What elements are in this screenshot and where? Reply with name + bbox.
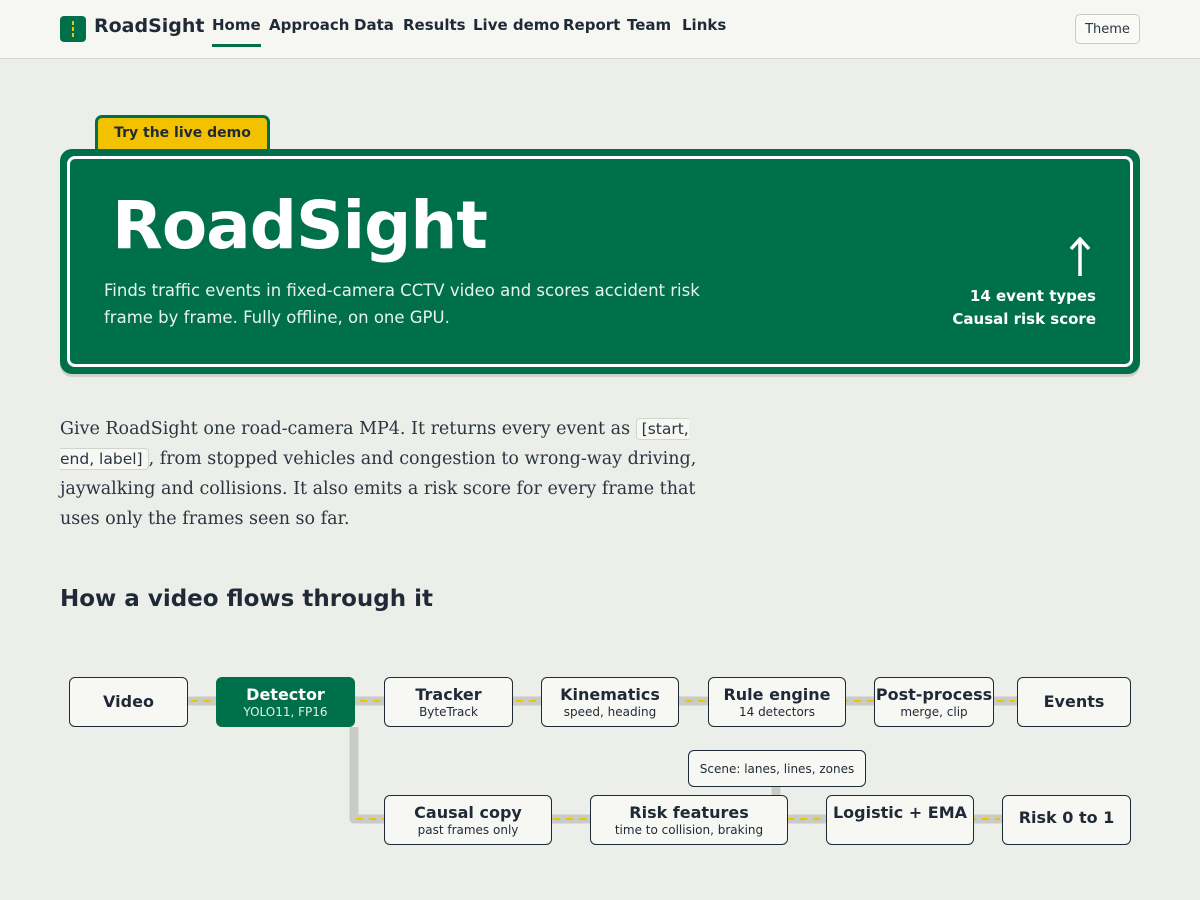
node-video-title: Video [103,692,154,711]
hero-subtitle: Finds traffic events in fixed-camera CCT… [104,281,700,327]
road-logo-icon[interactable] [60,16,86,42]
nav-home[interactable]: Home [212,16,261,47]
node-rule-engine-title: Rule engine [723,685,831,704]
node-events-title: Events [1043,692,1105,711]
node-kinematics-title: Kinematics [560,685,660,704]
intro-paragraph: Give RoadSight one road-camera MP4. It r… [60,414,705,534]
node-post-process-sub: merge, clip [900,705,968,719]
node-causal-copy[interactable]: Causal copy past frames only [384,795,552,845]
intro-text-start: Give RoadSight one road-camera MP4. It r… [60,419,636,439]
node-logistic-ema-title: Logistic + EMA [832,803,968,822]
nav-team[interactable]: Team [627,16,671,34]
nav-results[interactable]: Results [403,16,466,34]
node-risk-features-sub: time to collision, braking [614,823,764,837]
hero-sign-border: RoadSight Finds traffic events in fixed-… [67,156,1133,367]
node-post-process[interactable]: Post-process merge, clip [874,677,994,727]
node-tracker-title: Tracker [415,685,482,704]
node-risk-score[interactable]: Risk 0 to 1 [1002,795,1131,845]
node-detector[interactable]: Detector YOLO11, FP16 [216,677,355,727]
theme-toggle-button[interactable]: Theme [1075,14,1140,44]
node-rule-engine-sub: 14 detectors [738,705,815,719]
hero-meta: 14 event types Causal risk score [952,285,1096,331]
nav-data[interactable]: Data [354,16,394,34]
top-navigation-bar: RoadSight Home Approach Data Results Liv… [0,0,1200,59]
node-causal-copy-title: Causal copy [414,803,522,822]
node-video[interactable]: Video [69,677,188,727]
event-types-count: 14 event types [969,287,1096,305]
node-detector-title: Detector [246,685,325,704]
up-arrow-icon [1070,237,1090,276]
causal-risk-label: Causal risk score [952,310,1096,328]
nav-report[interactable]: Report [563,16,620,34]
node-post-process-title: Post-process [875,685,993,704]
node-rule-engine[interactable]: Rule engine 14 detectors [708,677,846,727]
nav-links[interactable]: Links [682,16,726,34]
node-logistic-ema[interactable]: Logistic + EMA [826,795,974,845]
nav-live-demo[interactable]: Live demo [473,16,560,34]
intro-text-end: , from stopped vehicles and congestion t… [60,449,697,529]
flow-section-title: How a video flows through it [60,586,433,612]
node-detector-sub: YOLO11, FP16 [243,705,328,719]
node-scene[interactable]: Scene: lanes, lines, zones [688,750,866,787]
node-tracker-sub: ByteTrack [419,705,478,719]
node-kinematics-sub: speed, heading [563,705,657,719]
node-risk-score-title: Risk 0 to 1 [1018,808,1115,827]
brand-name[interactable]: RoadSight [94,15,205,37]
node-risk-features-title: Risk features [629,803,749,822]
try-live-demo-tab[interactable]: Try the live demo [95,115,270,153]
node-events[interactable]: Events [1017,677,1131,727]
node-causal-copy-sub: past frames only [417,823,519,837]
hero-sign: RoadSight Finds traffic events in fixed-… [60,149,1140,374]
nav-approach[interactable]: Approach [269,16,349,34]
hero-title: RoadSight [112,187,488,264]
node-tracker[interactable]: Tracker ByteTrack [384,677,513,727]
node-kinematics[interactable]: Kinematics speed, heading [541,677,679,727]
node-risk-features[interactable]: Risk features time to collision, braking [590,795,788,845]
